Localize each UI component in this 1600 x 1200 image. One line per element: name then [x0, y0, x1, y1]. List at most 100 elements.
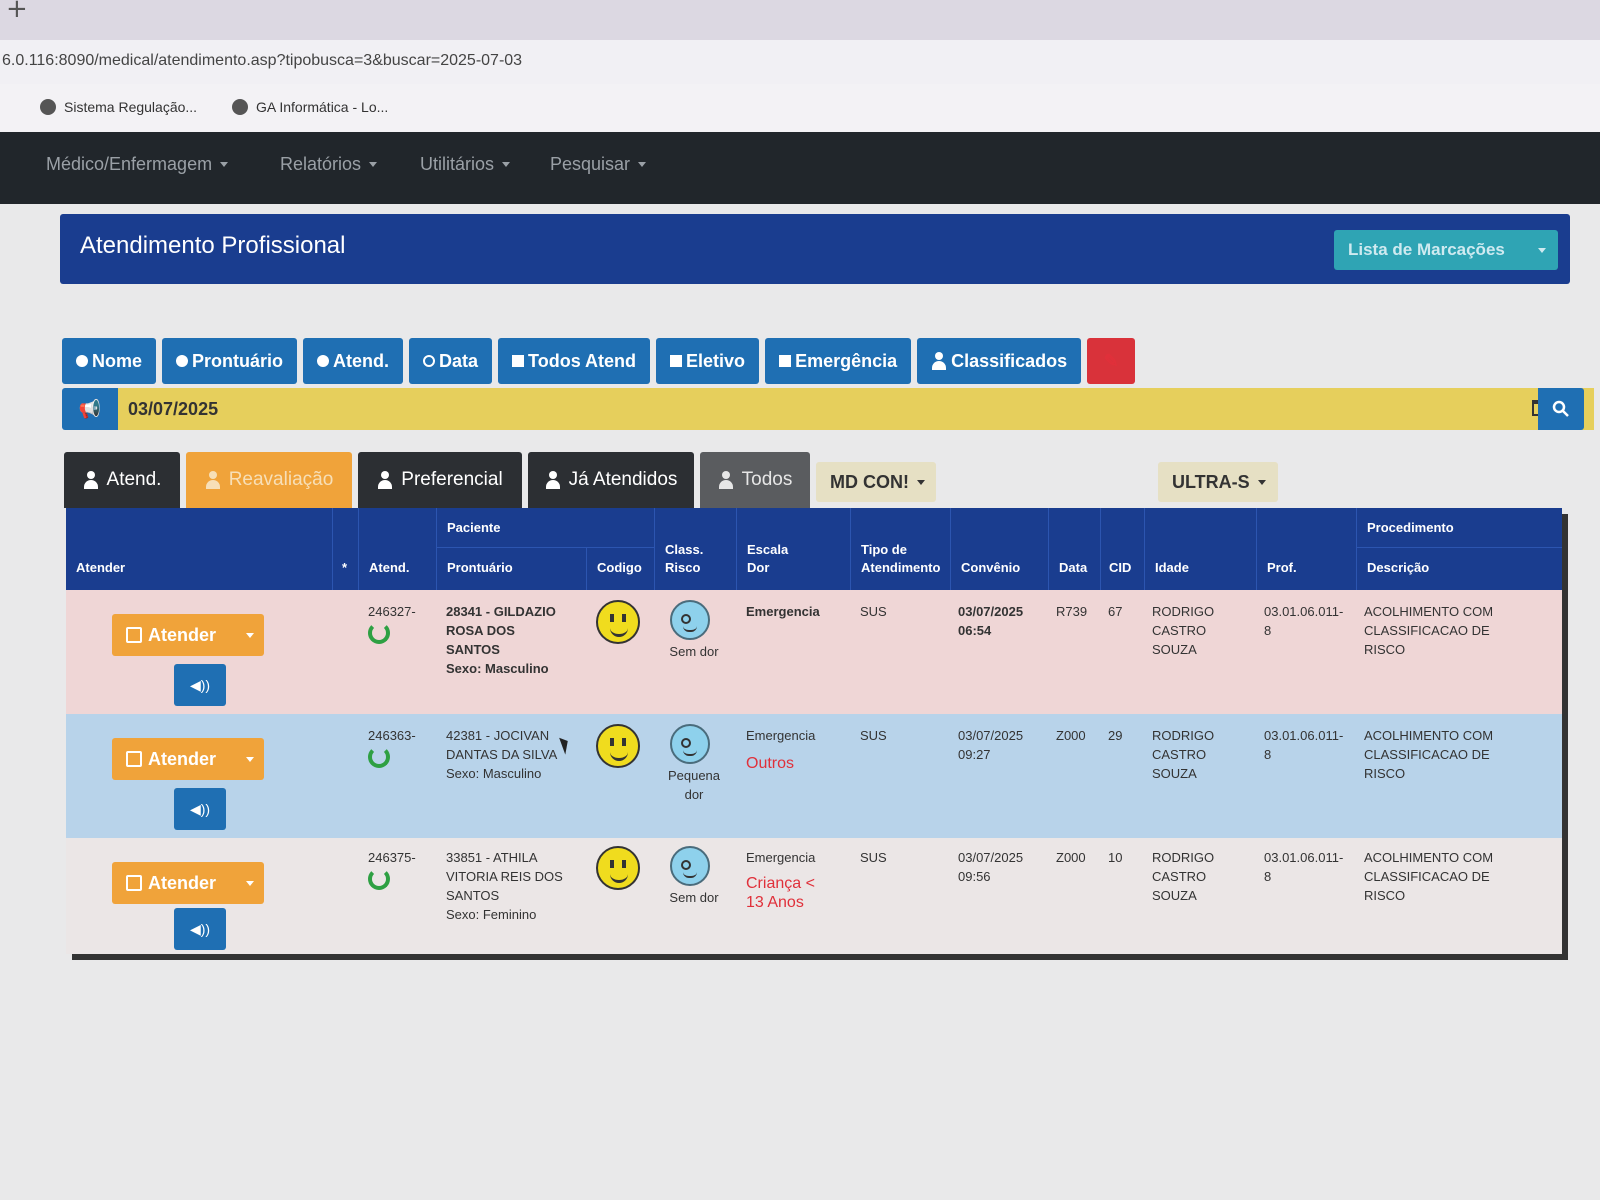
th-idade: Idade: [1144, 508, 1256, 590]
user-icon: [40, 99, 56, 115]
code-line: 03.01.06.011-: [1264, 850, 1344, 865]
bookmark-label: GA Informática - Lo...: [256, 99, 389, 115]
caret-down-icon: [1538, 248, 1546, 253]
tipo-extra-line: 13 Anos: [746, 894, 804, 911]
search-row: 📢: [62, 388, 1594, 430]
name-line: RODRIGO: [1152, 728, 1215, 743]
name-line: SOUZA: [1152, 888, 1197, 903]
nav-relatorios[interactable]: Relatórios: [280, 154, 378, 175]
th-escala-dor: Escala Dor: [736, 508, 850, 590]
atender-label: Atender: [148, 748, 217, 769]
patient-line: 28341 - GILDAZIO: [446, 604, 556, 619]
th-cid: CID: [1100, 508, 1144, 590]
th-label: Atender: [76, 560, 126, 575]
patient-line: SANTOS: [446, 888, 500, 903]
call-patient-button[interactable]: ◀)): [174, 664, 226, 706]
filter-classificados-button[interactable]: Classificados: [917, 338, 1082, 384]
name-line: CASTRO: [1152, 869, 1207, 884]
nav-label: Relatórios: [280, 154, 362, 174]
edit-icon: [126, 875, 142, 891]
refresh-icon[interactable]: [368, 746, 390, 768]
name-line: SOUZA: [1152, 766, 1197, 781]
th-label: Atend.: [369, 560, 410, 575]
desc-line: ACOLHIMENTO COM: [1364, 604, 1494, 619]
main-navbar: Médico/Enfermagem Relatórios Utilitários…: [0, 132, 1600, 204]
atend-number: 246363-: [368, 728, 416, 743]
tab-reavaliacao[interactable]: Reavaliação: [186, 452, 352, 508]
chevron-down-icon: [917, 479, 925, 485]
patient-name: 42381 - JOCIVAN DANTAS DA SILVA Sexo: Ma…: [446, 726, 557, 783]
sector-select[interactable]: ULTRA-S: [1158, 462, 1278, 502]
th-convenio: Convênio: [950, 508, 1048, 590]
filter-emergencia-button[interactable]: Emergência: [765, 338, 912, 384]
user-icon: [545, 471, 561, 489]
nav-label: Pesquisar: [550, 154, 631, 174]
nav-medico-enfermagem[interactable]: Médico/Enfermagem: [46, 154, 229, 175]
date-line: 03/07/2025: [958, 850, 1024, 865]
call-patient-button[interactable]: ◀)): [174, 788, 226, 830]
megaphone-button[interactable]: 📢: [62, 388, 118, 430]
caret-down-icon: [246, 633, 254, 638]
user-icon: [931, 352, 947, 370]
call-patient-button[interactable]: ◀)): [174, 908, 226, 950]
nav-pesquisar[interactable]: Pesquisar: [550, 154, 647, 175]
pain-scale-label: Sem dor: [669, 644, 719, 659]
bookmark-ga-informatica[interactable]: GA Informática - Lo...: [232, 99, 388, 115]
refresh-icon[interactable]: [368, 622, 390, 644]
data-code: Z000: [1056, 850, 1086, 865]
date-search-input[interactable]: [118, 388, 1594, 430]
atender-button[interactable]: Atender: [112, 862, 264, 904]
filter-eletivo-button[interactable]: Eletivo: [656, 338, 760, 384]
atender-button[interactable]: Atender: [112, 614, 264, 656]
th-label: Class.: [665, 542, 704, 557]
filter-data-button[interactable]: Data: [409, 338, 493, 384]
checkbox-icon: [779, 355, 792, 367]
tab-preferencial[interactable]: Preferencial: [358, 452, 522, 508]
code-line: 03.01.06.011-: [1264, 604, 1344, 619]
th-class-risco: Class. Risco: [654, 508, 736, 590]
tab-label: Já Atendidos: [568, 469, 678, 490]
filter-prontuario-button[interactable]: Prontuário: [162, 338, 298, 384]
lista-marcacoes-button[interactable]: Lista de Marcações: [1334, 230, 1558, 270]
atender-button[interactable]: Atender: [112, 738, 264, 780]
name-line: RODRIGO: [1152, 604, 1215, 619]
tipo-atendimento: Emergencia: [746, 728, 816, 743]
edit-icon: [126, 627, 142, 643]
caret-down-icon: [502, 162, 511, 167]
tab-todos[interactable]: Todos: [700, 452, 810, 508]
new-tab-icon[interactable]: +: [6, 0, 28, 24]
address-bar[interactable]: 6.0.116:8090/medical/atendimento.asp?tip…: [0, 40, 1600, 84]
procedure-code: 03.01.06.011- 8: [1264, 848, 1343, 886]
tab-ja-atendidos[interactable]: Já Atendidos: [528, 452, 694, 508]
th-prontuario: Prontuário: [436, 548, 586, 590]
professional-select[interactable]: MD CON!: [816, 462, 936, 502]
radio-checked-icon: [76, 355, 88, 367]
attendance-table: Atender * Atend. Paciente Prontuário Cod…: [66, 508, 1562, 954]
time-line: 06:54: [958, 623, 992, 638]
user-icon: [377, 471, 393, 489]
bookmark-sistema-regulacao[interactable]: Sistema Regulação...: [40, 99, 197, 115]
tab-label: Atend.: [106, 469, 162, 490]
tipo-extra: Criança < 13 Anos: [746, 874, 815, 912]
procedure-description: ACOLHIMENTO COM CLASSIFICACAO DE RISCO: [1364, 848, 1493, 905]
clear-button[interactable]: ✎: [1087, 338, 1136, 384]
search-type-filters: Nome Prontuário Atend. Data Todos Atend …: [62, 338, 1136, 384]
filter-label: Atend.: [333, 350, 390, 371]
refresh-icon[interactable]: [368, 868, 390, 890]
caret-down-icon: [246, 757, 254, 762]
filter-atend-button[interactable]: Atend.: [303, 338, 404, 384]
th-atend: Atend.: [358, 508, 436, 590]
tab-atend[interactable]: Atend.: [64, 452, 180, 508]
table-header: Atender * Atend. Paciente Prontuário Cod…: [66, 508, 1562, 590]
filter-todos-atend-button[interactable]: Todos Atend: [498, 338, 651, 384]
atend-number: 246375-: [368, 850, 416, 865]
code-line: 03.01.06.011-: [1264, 728, 1344, 743]
th-label: Convênio: [961, 560, 1021, 575]
search-button[interactable]: [1538, 388, 1584, 430]
th-label: Risco: [665, 560, 701, 575]
atender-label: Atender: [148, 872, 217, 893]
cid-value: 29: [1108, 728, 1123, 743]
filter-label: Eletivo: [686, 350, 746, 371]
nav-utilitarios[interactable]: Utilitários: [420, 154, 511, 175]
filter-nome-button[interactable]: Nome: [62, 338, 157, 384]
